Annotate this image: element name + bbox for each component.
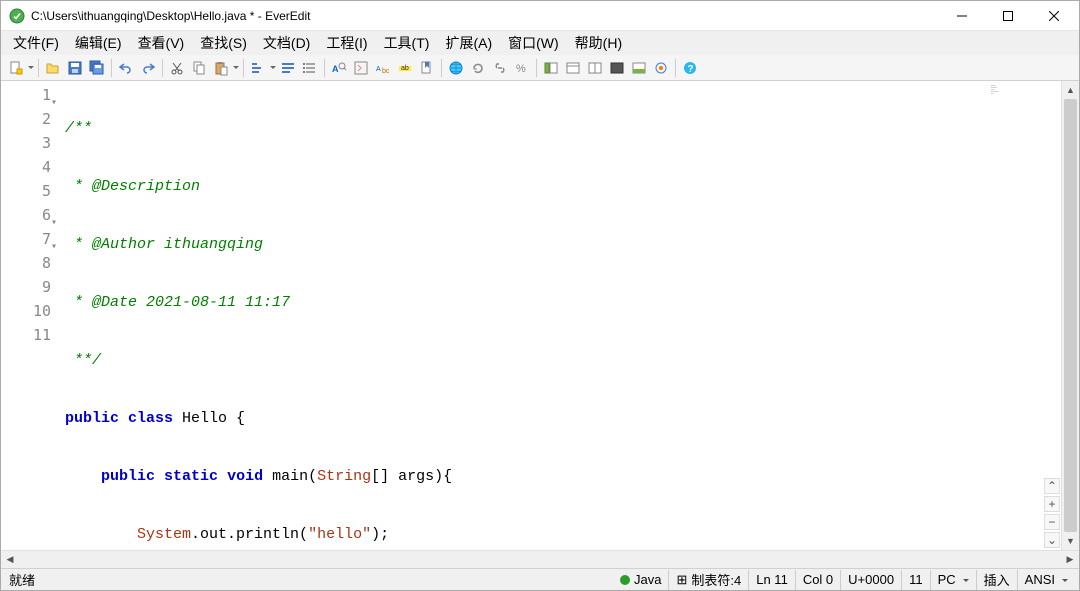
- status-tabsize[interactable]: ⊞制表符:4: [668, 570, 748, 590]
- status-column[interactable]: Col 0: [795, 570, 840, 590]
- percent-icon[interactable]: %: [511, 57, 533, 79]
- code-editor[interactable]: /** * @Description * @Author ithuangqing…: [59, 81, 1061, 550]
- vertical-scrollbar[interactable]: ▲ ▼: [1061, 81, 1079, 550]
- gutter-line: 6▾: [1, 203, 51, 227]
- scroll-down-icon[interactable]: ⌄: [1044, 532, 1060, 548]
- line-gutter: 1▾ 2 3 4 5 6▾ 7▾ 8 9 10 11: [1, 81, 59, 550]
- status-line[interactable]: Ln 11: [748, 570, 795, 590]
- svg-text:A: A: [332, 64, 339, 74]
- scroll-right-arrow-icon[interactable]: ▶: [1061, 551, 1079, 568]
- highlight-icon[interactable]: ab: [394, 57, 416, 79]
- list-icon[interactable]: [299, 57, 321, 79]
- menu-project[interactable]: 工程(I): [318, 31, 375, 55]
- copy-icon[interactable]: [188, 57, 210, 79]
- window-controls: [939, 1, 1077, 30]
- window-title: C:\Users\ithuangqing\Desktop\Hello.java …: [31, 9, 939, 23]
- bookmark-icon[interactable]: [416, 57, 438, 79]
- open-icon[interactable]: [42, 57, 64, 79]
- scroll-up-icon[interactable]: ⌃: [1044, 478, 1060, 494]
- menu-help[interactable]: 帮助(H): [567, 31, 630, 55]
- minimize-button[interactable]: [939, 1, 985, 30]
- menu-search[interactable]: 查找(S): [192, 31, 255, 55]
- gutter-line: 10: [1, 299, 51, 323]
- save-icon[interactable]: [64, 57, 86, 79]
- svg-text:A: A: [376, 66, 381, 73]
- menu-window[interactable]: 窗口(W): [500, 31, 567, 55]
- menu-bar: 文件(F) 编辑(E) 查看(V) 查找(S) 文档(D) 工程(I) 工具(T…: [1, 31, 1079, 55]
- panel-icon[interactable]: [562, 57, 584, 79]
- scroll-up-arrow-icon[interactable]: ▲: [1062, 81, 1079, 99]
- status-encoding[interactable]: ANSI: [1017, 570, 1075, 590]
- gutter-line: 1▾: [1, 83, 51, 107]
- gutter-line: 5: [1, 179, 51, 203]
- menu-document[interactable]: 文档(D): [255, 31, 318, 55]
- indent-guide-icon[interactable]: [247, 57, 269, 79]
- new-file-dropdown[interactable]: [27, 63, 35, 72]
- app-icon: [9, 8, 25, 24]
- refresh-icon[interactable]: [467, 57, 489, 79]
- undo-icon[interactable]: [115, 57, 137, 79]
- minimap[interactable]: ▬▬▬▬▬▬▬▬▬▬▬▬▬▬▬▬▬▬▬▬: [991, 85, 1039, 99]
- find-icon[interactable]: A: [328, 57, 350, 79]
- paste-dropdown[interactable]: [232, 63, 240, 72]
- cut-icon[interactable]: [166, 57, 188, 79]
- gutter-line: 11: [1, 323, 51, 347]
- menu-extend[interactable]: 扩展(A): [437, 31, 500, 55]
- gutter-line: 8: [1, 251, 51, 275]
- status-language[interactable]: Java: [613, 570, 668, 590]
- fold-icon[interactable]: ▾: [51, 91, 57, 115]
- gutter-line: 2: [1, 107, 51, 131]
- svg-text:ab: ab: [401, 65, 409, 72]
- gutter-line: 9: [1, 275, 51, 299]
- fold-icon[interactable]: ▾: [51, 211, 57, 235]
- save-all-icon[interactable]: [86, 57, 108, 79]
- menu-view[interactable]: 查看(V): [130, 31, 193, 55]
- help-icon[interactable]: ?: [679, 57, 701, 79]
- browser-icon[interactable]: [445, 57, 467, 79]
- gutter-line: 3: [1, 131, 51, 155]
- svg-text:?: ?: [688, 64, 694, 75]
- status-ready: 就绪: [5, 570, 613, 589]
- split-icon[interactable]: [584, 57, 606, 79]
- zoom-out-icon[interactable]: −: [1044, 514, 1060, 530]
- hex-icon[interactable]: [650, 57, 672, 79]
- fullscreen-icon[interactable]: [606, 57, 628, 79]
- menu-file[interactable]: 文件(F): [5, 31, 67, 55]
- status-count[interactable]: 11: [901, 570, 930, 590]
- status-bar: 就绪 Java ⊞制表符:4 Ln 11 Col 0 U+0000 11 PC …: [1, 568, 1079, 590]
- gutter-line: 7▾: [1, 227, 51, 251]
- menu-edit[interactable]: 编辑(E): [67, 31, 130, 55]
- gutter-line: 4: [1, 155, 51, 179]
- find-in-files-icon[interactable]: Abc: [372, 57, 394, 79]
- link-icon[interactable]: [489, 57, 511, 79]
- indent-dropdown[interactable]: [269, 63, 277, 72]
- zoom-in-icon[interactable]: +: [1044, 496, 1060, 512]
- svg-text:%: %: [516, 63, 526, 75]
- menu-tools[interactable]: 工具(T): [376, 31, 438, 55]
- close-button[interactable]: [1031, 1, 1077, 30]
- paste-icon[interactable]: [210, 57, 232, 79]
- status-dot-icon: [620, 575, 630, 585]
- horizontal-scrollbar[interactable]: ◀ ▶: [1, 550, 1079, 568]
- maximize-button[interactable]: [985, 1, 1031, 30]
- status-insert-mode[interactable]: 插入: [976, 570, 1017, 590]
- status-unicode[interactable]: U+0000: [840, 570, 901, 590]
- sidebar-icon[interactable]: [540, 57, 562, 79]
- scroll-left-arrow-icon[interactable]: ◀: [1, 551, 19, 568]
- scroll-down-arrow-icon[interactable]: ▼: [1062, 532, 1079, 550]
- replace-icon[interactable]: [350, 57, 372, 79]
- title-bar: C:\Users\ithuangqing\Desktop\Hello.java …: [1, 1, 1079, 31]
- editor-side-controls: ⌃ + − ⌄: [1043, 83, 1061, 548]
- wrap-icon[interactable]: [277, 57, 299, 79]
- toolbar: A Abc ab % ?: [1, 55, 1079, 81]
- console-icon[interactable]: [628, 57, 650, 79]
- new-file-icon[interactable]: [5, 57, 27, 79]
- fold-icon[interactable]: ▾: [51, 235, 57, 259]
- status-lineending[interactable]: PC: [930, 570, 976, 590]
- editor-area: 1▾ 2 3 4 5 6▾ 7▾ 8 9 10 11 /** * @Descri…: [1, 81, 1079, 550]
- svg-text:bc: bc: [382, 68, 390, 75]
- redo-icon[interactable]: [137, 57, 159, 79]
